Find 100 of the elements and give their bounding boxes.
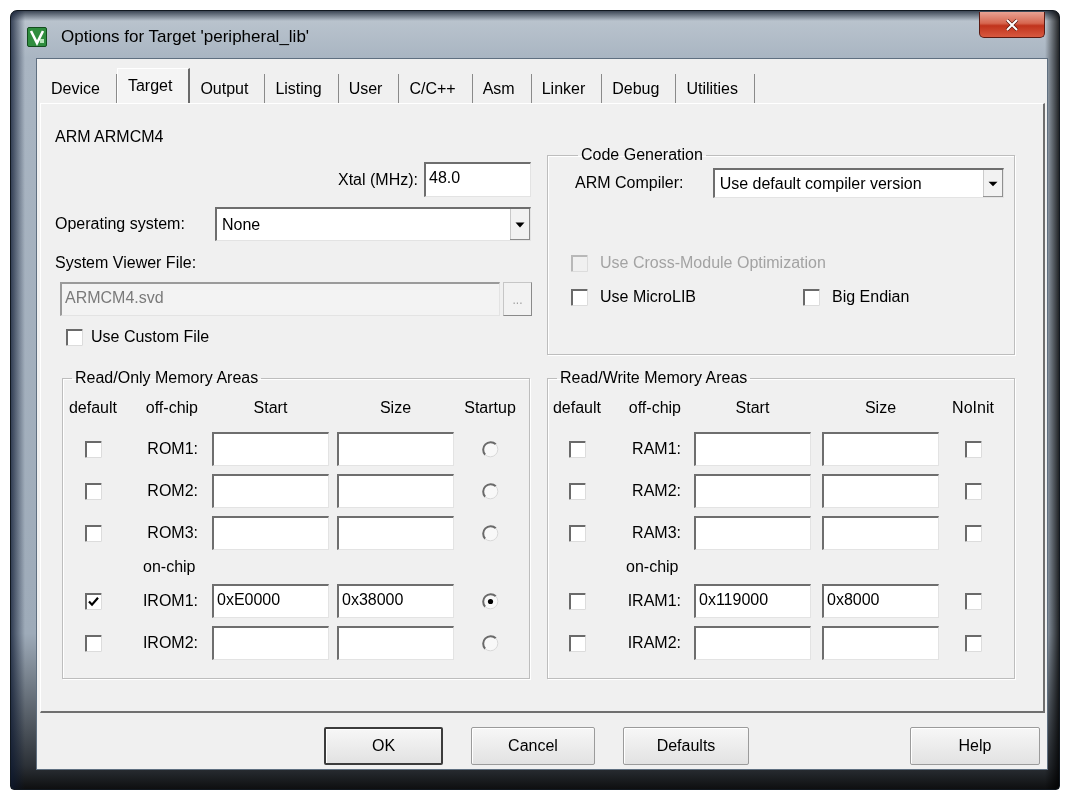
tab[interactable]: C/C++ — [399, 74, 473, 103]
start-input[interactable] — [212, 626, 329, 660]
tab[interactable]: Linker — [531, 74, 603, 103]
dialog-button[interactable]: Cancel — [471, 727, 595, 765]
group-title: Code Generation — [580, 145, 704, 165]
tab[interactable]: Output — [190, 74, 266, 103]
svf-label: System Viewer File: — [55, 254, 197, 271]
group-title: Read/Only Memory Areas — [74, 368, 260, 388]
area-label: IRAM1: — [627, 591, 682, 611]
section-label: on-chip — [143, 558, 196, 576]
checkbox[interactable] — [568, 634, 586, 652]
radio-button[interactable] — [481, 634, 499, 652]
compiler-label: ARM Compiler: — [575, 174, 684, 191]
area-label: IROM2: — [142, 633, 199, 653]
area-label: RAM3: — [632, 523, 682, 543]
checkbox-label: Big Endian — [832, 287, 910, 307]
column-header: default — [68, 398, 117, 418]
size-input[interactable]: 0x8000 — [822, 584, 939, 618]
size-input[interactable] — [337, 626, 454, 660]
section-label: on-chip — [626, 558, 679, 576]
checkbox[interactable] — [964, 482, 982, 500]
area-label: IRAM2: — [627, 633, 682, 653]
caret-down-icon[interactable] — [510, 209, 530, 240]
size-input[interactable] — [337, 432, 454, 466]
checkbox-label: Use MicroLIB — [600, 287, 697, 307]
area-label: RAM2: — [632, 481, 682, 501]
size-input[interactable]: 0x38000 — [337, 584, 454, 618]
size-input[interactable] — [822, 474, 939, 508]
xtal-input[interactable]: 48.0 — [424, 162, 531, 197]
close-icon — [1005, 18, 1019, 31]
radio-button[interactable] — [481, 440, 499, 458]
size-input[interactable] — [337, 474, 454, 508]
radio-button[interactable] — [481, 482, 499, 500]
column-header: off-chip — [628, 398, 681, 418]
area-label: ROM3: — [147, 523, 199, 543]
app-icon — [27, 26, 47, 47]
area-label: RAM1: — [632, 439, 682, 459]
radio-button[interactable] — [481, 592, 499, 610]
column-header: off-chip — [145, 398, 198, 418]
start-input[interactable] — [212, 432, 329, 466]
area-label: ROM2: — [147, 481, 199, 501]
checkbox[interactable] — [84, 440, 102, 458]
group-title: Read/Write Memory Areas — [559, 368, 749, 388]
tab[interactable]: Listing — [265, 74, 339, 103]
area-label: IROM1: — [142, 591, 199, 611]
size-input[interactable] — [822, 516, 939, 550]
checkbox[interactable] — [803, 288, 820, 306]
checkbox[interactable] — [964, 440, 982, 458]
column-header: Start — [253, 398, 288, 418]
checkbox[interactable] — [84, 592, 102, 610]
start-input[interactable] — [212, 474, 329, 508]
start-input[interactable] — [694, 516, 811, 550]
checkbox[interactable] — [568, 440, 586, 458]
dialog-button[interactable]: OK — [324, 727, 443, 765]
window-title: Options for Target 'peripheral_lib' — [61, 26, 310, 47]
radio-button[interactable] — [481, 524, 499, 542]
checkbox[interactable] — [84, 482, 102, 500]
column-header: Startup — [464, 398, 516, 418]
size-input[interactable] — [822, 626, 939, 660]
start-input[interactable] — [212, 516, 329, 550]
checkbox-label: Use Custom File — [91, 327, 210, 347]
tab[interactable]: User — [338, 74, 400, 103]
column-header: Size — [864, 398, 897, 418]
start-input[interactable] — [694, 474, 811, 508]
checkbox[interactable] — [964, 524, 982, 542]
column-header: default — [552, 398, 601, 418]
checkbox[interactable] — [568, 482, 586, 500]
checkbox[interactable] — [84, 634, 102, 652]
caret-down-icon[interactable] — [983, 170, 1003, 197]
xtal-label: Xtal (MHz): — [338, 169, 418, 190]
checkbox[interactable] — [568, 592, 586, 610]
tab[interactable]: Utilities — [676, 74, 755, 103]
start-input[interactable] — [694, 432, 811, 466]
start-input[interactable] — [694, 626, 811, 660]
checkbox[interactable] — [964, 634, 982, 652]
area-label: ROM1: — [147, 439, 199, 459]
tab[interactable]: Asm — [472, 74, 532, 103]
checkbox[interactable] — [571, 288, 588, 306]
checkbox[interactable] — [964, 592, 982, 610]
device-name: ARM ARMCM4 — [55, 127, 164, 147]
checkbox[interactable] — [66, 328, 83, 346]
size-input[interactable] — [337, 516, 454, 550]
checkbox[interactable] — [84, 524, 102, 542]
start-input[interactable]: 0x119000 — [694, 584, 811, 618]
close-button[interactable] — [979, 12, 1045, 38]
column-header: Size — [379, 398, 412, 418]
checkbox[interactable] — [568, 524, 586, 542]
help-button[interactable]: Help — [910, 727, 1040, 765]
start-input[interactable]: 0xE0000 — [212, 584, 329, 618]
compiler-select[interactable]: Use default compiler version — [712, 168, 1004, 198]
tab[interactable]: Target — [116, 68, 191, 103]
size-input[interactable] — [822, 432, 939, 466]
dialog-button[interactable]: Defaults — [623, 727, 749, 765]
column-header: NoInit — [952, 398, 994, 418]
checkbox-label: Use Cross-Module Optimization — [600, 253, 826, 273]
os-select[interactable]: None — [215, 207, 531, 241]
os-label: Operating system: — [55, 215, 185, 232]
column-header: Start — [735, 398, 770, 418]
tab[interactable]: Debug — [602, 74, 677, 103]
tab[interactable]: Device — [41, 74, 117, 103]
